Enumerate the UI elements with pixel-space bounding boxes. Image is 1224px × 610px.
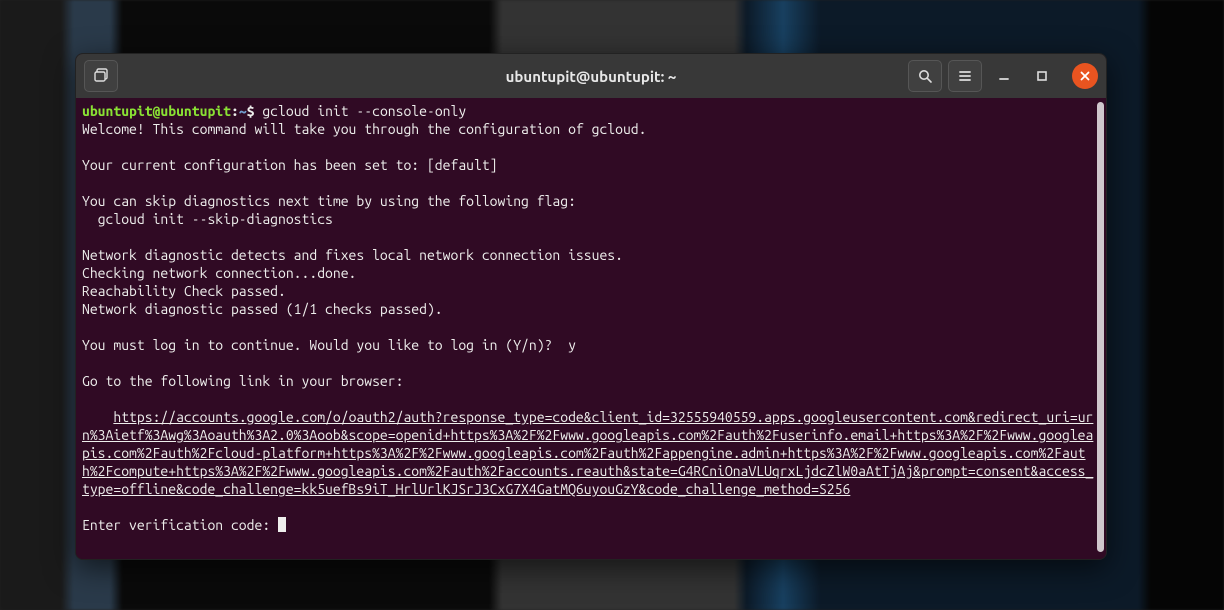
output-line: Welcome! This command will take you thro… — [82, 120, 1100, 138]
output-line-blank — [82, 228, 1100, 246]
url-indent — [82, 409, 113, 425]
output-line: Reachability Check passed. — [82, 282, 1100, 300]
close-button[interactable] — [1072, 63, 1098, 89]
prompt-user-host: ubuntupit@ubuntupit — [82, 103, 231, 119]
terminal-body[interactable]: ubuntupit@ubuntupit:~$ gcloud init --con… — [76, 98, 1106, 559]
output-line: You must log in to continue. Would you l… — [82, 336, 1100, 354]
output-line: Network diagnostic passed (1/1 checks pa… — [82, 300, 1100, 318]
output-line: You can skip diagnostics next time by us… — [82, 192, 1100, 210]
maximize-icon — [1035, 69, 1049, 83]
command-text: gcloud init --console-only — [262, 103, 466, 119]
scrollbar-thumb[interactable] — [1097, 102, 1104, 552]
maximize-button[interactable] — [1026, 61, 1058, 91]
search-icon — [917, 68, 933, 84]
output-line-blank — [82, 354, 1100, 372]
menu-button[interactable] — [948, 60, 982, 92]
terminal-window: ubuntupit@ubuntupit: ~ — [75, 53, 1107, 560]
prompt-symbol: $ — [247, 103, 263, 119]
output-line-blank — [82, 318, 1100, 336]
minimize-button[interactable] — [988, 61, 1020, 91]
output-line: gcloud init --skip-diagnostics — [82, 210, 1100, 228]
output-url-line: https://accounts.google.com/o/oauth2/aut… — [82, 408, 1100, 498]
prompt-line: ubuntupit@ubuntupit:~$ gcloud init --con… — [82, 102, 1100, 120]
minimize-icon — [997, 69, 1011, 83]
search-button[interactable] — [908, 60, 942, 92]
output-line: Checking network connection...done. — [82, 264, 1100, 282]
cursor — [278, 517, 286, 532]
verification-prompt: Enter verification code: — [82, 517, 278, 533]
prompt-path: ~ — [239, 103, 247, 119]
output-line-blank — [82, 138, 1100, 156]
verification-prompt-line: Enter verification code: — [82, 516, 1100, 534]
output-line-blank — [82, 498, 1100, 516]
new-tab-button[interactable] — [84, 60, 118, 92]
new-tab-icon — [93, 68, 109, 84]
oauth-url[interactable]: https://accounts.google.com/o/oauth2/aut… — [82, 409, 1093, 497]
output-line-blank — [82, 174, 1100, 192]
hamburger-icon — [957, 68, 973, 84]
prompt-colon: : — [231, 103, 239, 119]
close-icon — [1079, 70, 1091, 82]
output-line-blank — [82, 390, 1100, 408]
output-line: Your current configuration has been set … — [82, 156, 1100, 174]
titlebar[interactable]: ubuntupit@ubuntupit: ~ — [76, 54, 1106, 99]
output-line: Go to the following link in your browser… — [82, 372, 1100, 390]
output-line: Network diagnostic detects and fixes loc… — [82, 246, 1100, 264]
